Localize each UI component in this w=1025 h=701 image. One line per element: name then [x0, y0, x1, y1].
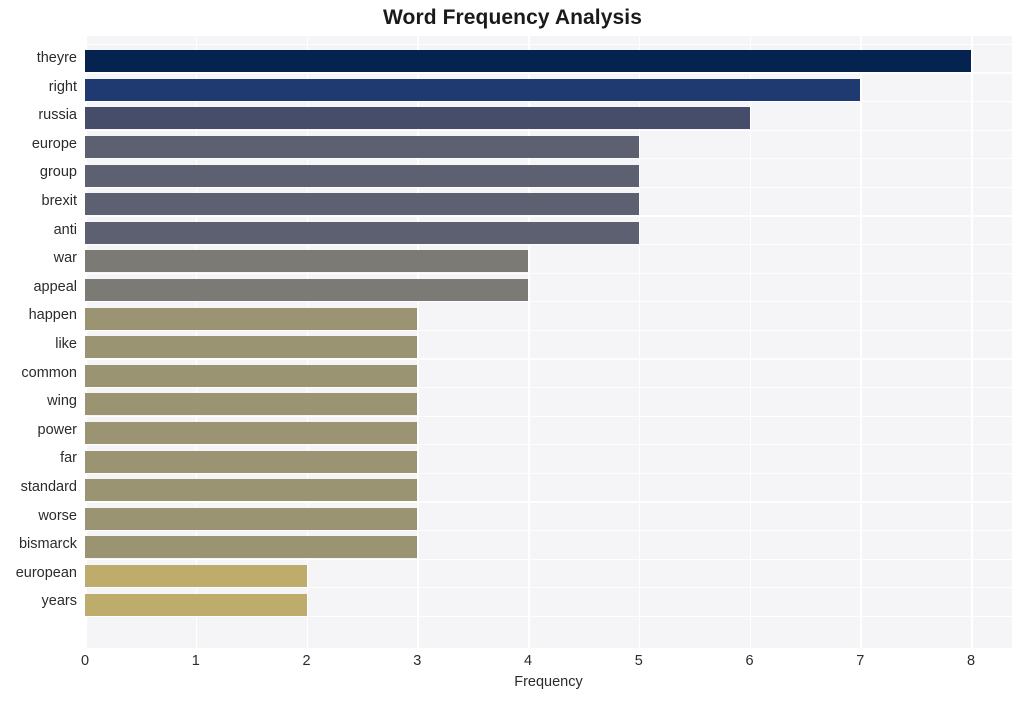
- bar-europe: [85, 136, 639, 159]
- bar-row: [85, 562, 1012, 591]
- x-tick-label-1: 1: [191, 653, 200, 669]
- bar-bismarck: [85, 536, 418, 559]
- y-tick-label-appeal: appeal: [33, 278, 77, 295]
- gridline-horizontal: [85, 43, 1012, 45]
- x-tick-label-6: 6: [745, 653, 754, 669]
- x-tick-label-2: 2: [302, 653, 311, 669]
- bar-power: [85, 422, 418, 445]
- bar-theyre: [85, 50, 971, 73]
- bar-row: [85, 333, 1012, 362]
- bar-wing: [85, 393, 418, 416]
- x-tick-label-5: 5: [634, 653, 643, 669]
- bar-row: [85, 276, 1012, 305]
- y-tick-label-right: right: [48, 78, 77, 95]
- y-tick-label-war: war: [53, 250, 77, 267]
- bar-appeal: [85, 279, 528, 302]
- y-tick-label-like: like: [55, 336, 77, 352]
- bar-row: [85, 76, 1012, 105]
- bar-row: [85, 104, 1012, 133]
- bar-russia: [85, 107, 750, 130]
- x-tick-label-0: 0: [80, 653, 90, 669]
- bar-row: [85, 47, 1012, 76]
- bar-worse: [85, 507, 418, 530]
- bar-row: [85, 362, 1012, 391]
- x-tick-label-4: 4: [523, 653, 533, 669]
- bar-row: [85, 505, 1012, 534]
- bar-row: [85, 161, 1012, 190]
- bar-row: [85, 533, 1012, 562]
- x-axis-title: Frequency: [514, 674, 583, 690]
- y-tick-label-europe: europe: [31, 135, 77, 152]
- y-axis-tick-labels: theyre right russia europe group brexit anti wa…: [0, 36, 85, 648]
- y-tick-label-worse: worse: [38, 507, 77, 524]
- bar-row: [85, 304, 1012, 333]
- bar-row: [85, 247, 1012, 276]
- y-tick-label-standard: standard: [20, 479, 77, 495]
- bar-row: [85, 419, 1012, 448]
- y-tick-label-european: european: [15, 564, 77, 581]
- word-frequency-bar-chart: Word Frequency Analysis theyre right russi…: [0, 0, 1025, 701]
- bar-european: [85, 565, 307, 588]
- bar-right: [85, 78, 861, 101]
- bar-common: [85, 364, 418, 387]
- y-tick-label-bismarck: bismarck: [18, 536, 77, 553]
- bar-brexit: [85, 193, 639, 216]
- y-tick-label-happen: happen: [28, 307, 77, 324]
- bar-anti: [85, 221, 639, 244]
- x-tick-label-3: 3: [413, 653, 422, 669]
- y-tick-label-brexit: brexit: [41, 193, 77, 209]
- bar-happen: [85, 307, 418, 330]
- bar-row: [85, 476, 1012, 505]
- bar-group: [85, 164, 639, 187]
- bar-years: [85, 593, 307, 616]
- y-tick-label-group: group: [39, 164, 77, 181]
- y-tick-label-far: far: [60, 450, 77, 467]
- y-tick-label-theyre: theyre: [36, 50, 77, 66]
- y-tick-label-common: common: [21, 364, 77, 381]
- y-tick-label-wing: wing: [47, 393, 77, 410]
- bar-row: [85, 219, 1012, 248]
- x-tick-label-7: 7: [856, 653, 865, 669]
- bar-row: [85, 390, 1012, 419]
- bar-row: [85, 133, 1012, 162]
- y-tick-label-russia: russia: [38, 107, 77, 124]
- y-tick-label-years: years: [41, 593, 77, 610]
- x-tick-label-8: 8: [966, 653, 976, 669]
- chart-title: Word Frequency Analysis: [382, 6, 643, 29]
- y-tick-label-power: power: [37, 421, 78, 438]
- bar-war: [85, 250, 528, 273]
- bar-row: [85, 447, 1012, 476]
- bar-standard: [85, 479, 418, 502]
- bar-row: [85, 190, 1012, 219]
- y-tick-label-anti: anti: [53, 221, 77, 238]
- bar-row: [85, 590, 1012, 619]
- bar-far: [85, 450, 418, 473]
- plot-area: [85, 36, 1012, 648]
- bar-like: [85, 336, 418, 359]
